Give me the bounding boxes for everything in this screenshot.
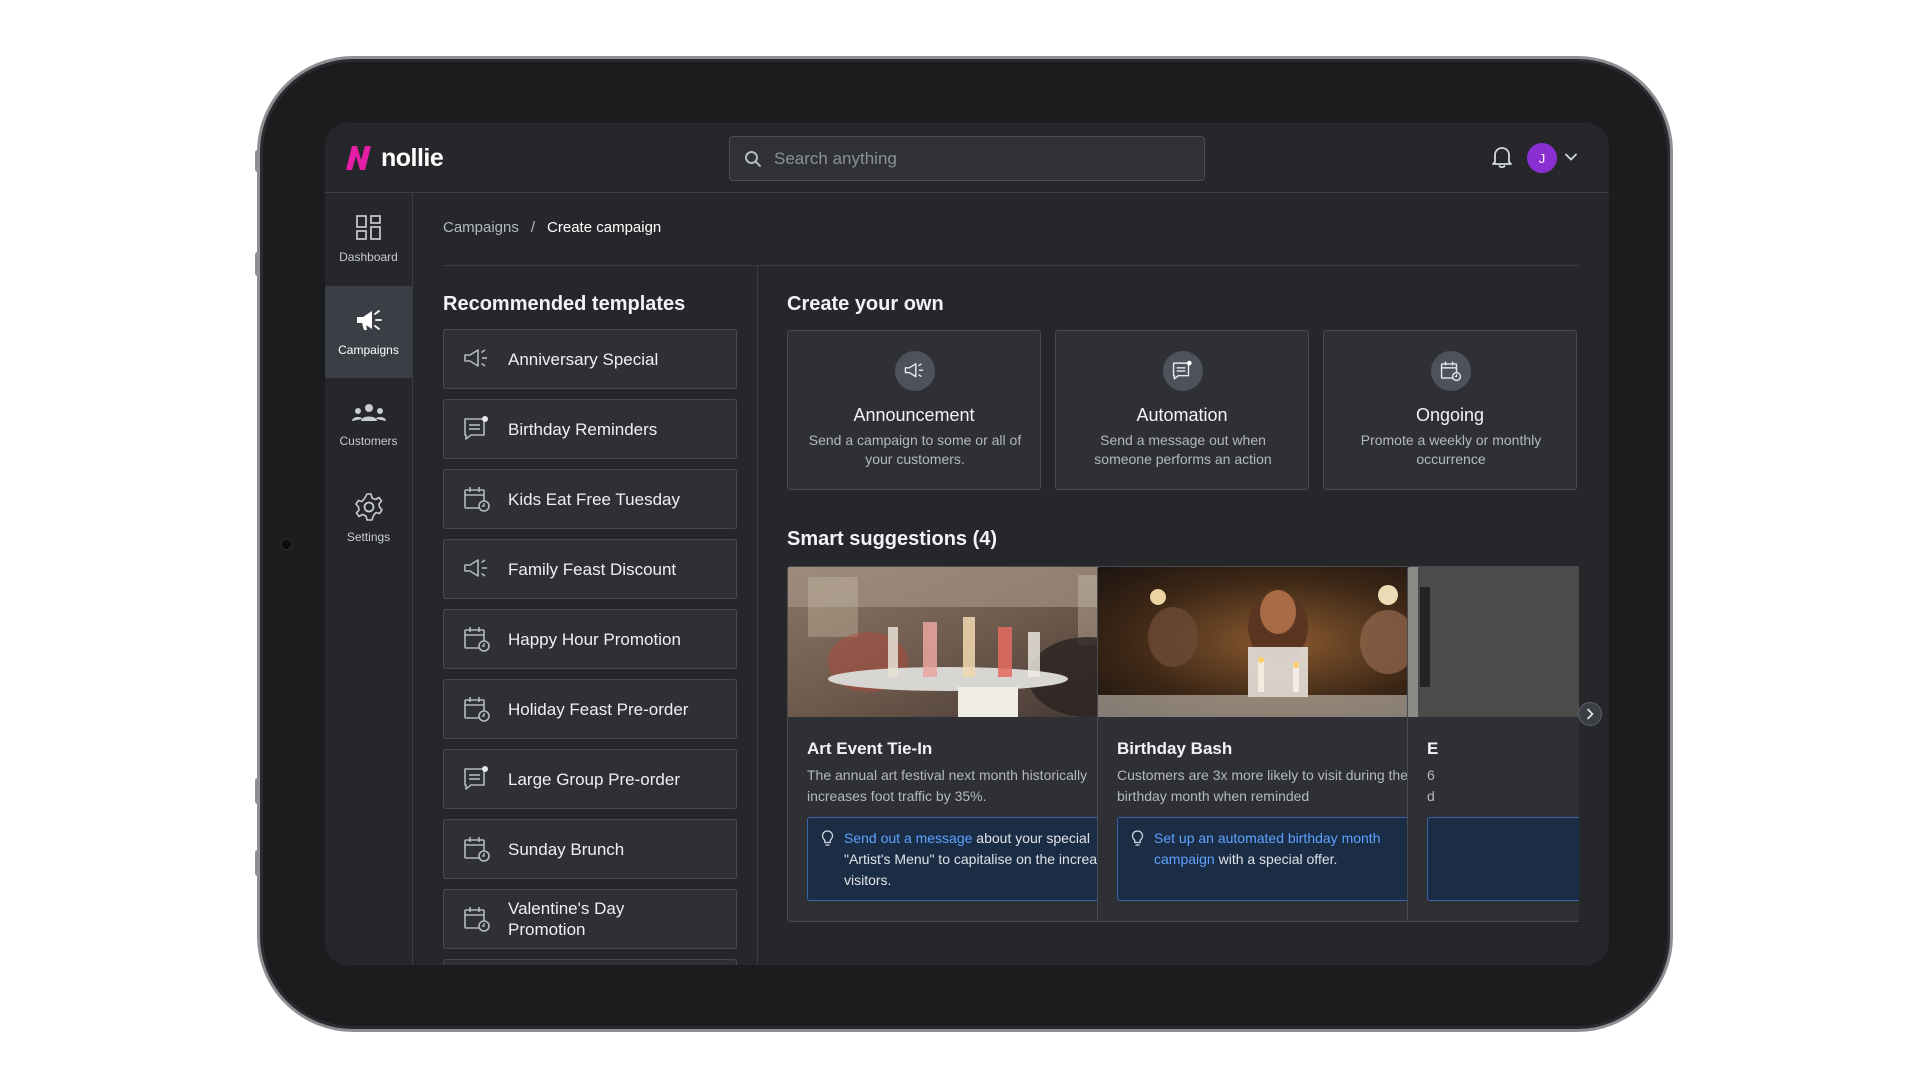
megaphone-icon [904,363,923,378]
template-family-feast-discount[interactable]: Family Feast Discount [443,539,737,599]
sidebar-item-campaigns[interactable]: Campaigns [325,286,412,378]
nollie-logo-icon [346,146,371,170]
template-label: Large Group Pre-order [508,769,680,789]
app-logo-text: nollie [381,143,444,172]
breadcrumb-campaigns-link[interactable]: Campaigns [443,219,519,236]
user-avatar[interactable]: J [1527,143,1557,173]
calendar-repeat-icon [464,697,490,722]
sidebar-item-label: Campaigns [338,343,399,357]
card-description: Send a message out when someone performs… [1094,432,1272,467]
calendar-repeat-icon [1440,361,1462,382]
template-partial[interactable] [443,959,737,965]
device-camera [282,540,291,549]
device-button [255,850,260,876]
send-message-link[interactable]: Send out a message [844,830,972,846]
suggestion-tip: Send out a message about your special "A… [807,817,1133,901]
gear-icon [354,493,383,521]
create-announcement-card[interactable]: Announcement Send a campaign to some or … [787,330,1041,490]
chevron-down-icon[interactable] [1564,150,1578,164]
calendar-repeat-icon [464,487,490,512]
template-large-group-pre-order[interactable]: Large Group Pre-order [443,749,737,809]
template-label: Birthday Reminders [508,419,658,439]
template-sunday-brunch[interactable]: Sunday Brunch [443,819,737,879]
lightbulb-icon [821,830,834,846]
suggestion-title: E [1427,739,1439,758]
app-logo[interactable]: nollie [343,143,444,173]
template-anniversary-special[interactable]: Anniversary Special [443,329,737,389]
create-your-own-title: Create your own [787,293,944,315]
megaphone-icon [356,310,382,330]
lightbulb-icon [1131,830,1144,846]
suggestions-carousel: Art Event Tie-In The annual art festival… [787,566,1579,946]
bell-icon[interactable] [1491,145,1513,169]
chevron-right-icon [1587,708,1594,720]
suggestion-description: The annual art festival next month histo… [807,767,1088,804]
card-title: Announcement [853,405,975,425]
template-happy-hour-promotion[interactable]: Happy Hour Promotion [443,609,737,669]
calendar-repeat-icon [464,907,490,932]
recommended-templates-title: Recommended templates [443,293,686,315]
sidebar-item-settings[interactable]: Settings [325,472,412,564]
device-button [255,778,260,804]
message-list-icon [464,766,488,790]
card-description: Send a campaign to some or all of your c… [808,432,1022,467]
template-holiday-feast-pre-order[interactable]: Holiday Feast Pre-order [443,679,737,739]
smart-suggestions-title: Smart suggestions (4) [787,528,998,550]
template-label: Family Feast Discount [508,559,677,579]
template-kids-eat-free-tuesday[interactable]: Kids Eat Free Tuesday [443,469,737,529]
suggestion-title: Art Event Tie-In [807,739,933,758]
ongoing-icon-wrap [1431,351,1471,391]
card-description: Promote a weekly or monthly occurrence [1360,432,1542,467]
column-divider [757,266,758,965]
sidebar-item-dashboard[interactable]: Dashboard [325,193,412,285]
automation-icon-wrap [1163,351,1203,391]
card-title: Ongoing [1415,405,1485,425]
template-valentines-day-promotion[interactable]: Valentine's Day Promotion [443,889,737,949]
template-label: Kids Eat Free Tuesday [508,489,680,509]
suggestion-tip [1427,817,1579,901]
sidebar-item-label: Settings [346,530,391,544]
template-birthday-reminders[interactable]: Birthday Reminders [443,399,737,459]
suggestion-card-partial[interactable]: E 6 d [1407,566,1579,922]
breadcrumb: Campaigns / Create campaign [443,219,661,236]
sidebar-item-label: Customers [339,434,398,448]
suggestion-title: Birthday Bash [1117,739,1233,758]
announcement-icon-wrap [895,351,935,391]
search-icon [745,150,761,167]
template-label: Happy Hour Promotion [508,629,681,649]
people-icon [351,404,386,421]
tip-text: with a special offer. [1214,851,1338,867]
card-title: Automation [1136,405,1228,425]
template-label: Valentine's Day Promotion [508,899,625,939]
search-input[interactable] [774,148,1174,169]
device-button [255,252,260,276]
create-automation-card[interactable]: Automation Send a message out when someo… [1055,330,1309,490]
calendar-repeat-icon [464,837,490,862]
message-list-icon [1172,360,1192,380]
partial-photo [1408,567,1579,717]
suggestion-tip: Set up an automated birthday month campa… [1117,817,1443,901]
top-bar: nollie J [325,123,1609,193]
megaphone-outline-icon [464,349,487,367]
sidebar-nav: Dashboard Campaigns Customers Settings [325,193,413,965]
sidebar-item-customers[interactable]: Customers [325,379,412,471]
suggestion-description: Customers are 3x more likely to visit du… [1117,767,1416,804]
app-screen: nollie J Dashboard [325,123,1609,965]
dashboard-grid-icon [355,215,381,240]
template-label: Sunday Brunch [508,839,625,859]
create-ongoing-card[interactable]: Ongoing Promote a weekly or monthly occu… [1323,330,1577,490]
breadcrumb-current: Create campaign [547,219,662,236]
template-label: Anniversary Special [508,349,659,369]
sidebar-item-label: Dashboard [339,250,398,264]
divider [443,265,1579,266]
breadcrumb-separator: / [530,219,536,236]
search-bar[interactable] [729,136,1205,181]
message-list-icon [464,416,488,440]
device-button [255,150,260,172]
calendar-repeat-icon [464,627,490,652]
suggestion-description: 6 d [1427,767,1435,804]
carousel-next-button[interactable] [1578,702,1602,726]
template-label: Holiday Feast Pre-order [508,699,689,719]
megaphone-outline-icon [464,559,487,577]
